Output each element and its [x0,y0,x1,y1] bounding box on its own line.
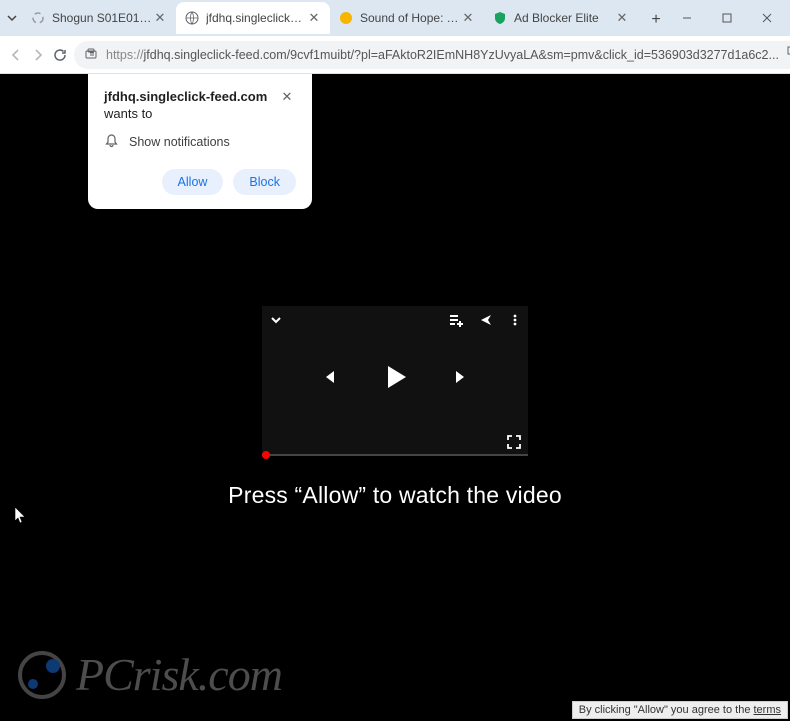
tab-3[interactable]: Ad Blocker Elite ✕ [484,2,638,34]
reload-button[interactable] [52,41,68,69]
url-text: https://jfdhq.singleclick-feed.com/9cvf1… [106,48,779,62]
previous-track-icon[interactable] [318,367,338,387]
tabs: Shogun S01E01.mp4 ✕ jfdhq.singleclick-fe… [22,2,670,34]
site-icon [338,10,354,26]
play-icon[interactable] [378,360,412,394]
share-icon[interactable] [478,312,494,328]
close-icon[interactable]: ✕ [460,10,476,26]
allow-button[interactable]: Allow [162,169,224,195]
terms-link[interactable]: terms [754,704,782,716]
next-track-icon[interactable] [452,367,472,387]
shield-icon [492,10,508,26]
tab-strip: Shogun S01E01.mp4 ✕ jfdhq.singleclick-fe… [0,0,790,36]
tab-search-dropdown[interactable] [6,4,18,32]
maximize-button[interactable] [710,4,744,32]
playlist-add-icon[interactable] [448,312,464,328]
back-button[interactable] [8,41,24,69]
watermark-logo-icon [18,651,66,699]
minimize-button[interactable] [670,4,704,32]
close-icon[interactable]: ✕ [152,10,168,26]
chevron-down-icon [6,12,18,24]
tab-1[interactable]: jfdhq.singleclick-feed.com/ ✕ [176,2,330,34]
close-icon[interactable]: ✕ [306,10,322,26]
block-button[interactable]: Block [233,169,296,195]
close-icon[interactable]: ✕ [278,88,296,106]
chevron-down-icon[interactable] [268,312,284,328]
permission-request-row: Show notifications [104,133,296,151]
window-controls [670,4,784,32]
instruction-text: Press “Allow” to watch the video [228,482,562,509]
tab-title: Shogun S01E01.mp4 [52,11,152,25]
more-icon[interactable] [508,313,522,327]
video-player[interactable] [262,306,528,456]
progress-bar[interactable] [262,454,528,456]
forward-button[interactable] [30,41,46,69]
close-window-button[interactable] [750,4,784,32]
close-icon[interactable]: ✕ [614,10,630,26]
cursor-icon [14,506,28,529]
site-settings-icon[interactable] [84,46,98,63]
permission-origin: jfdhq.singleclick-feed.com wants to [104,88,267,121]
tab-title: Sound of Hope: The Story [360,11,460,25]
globe-icon [184,10,200,26]
watermark: PCrisk.com [18,648,282,701]
disclaimer-bar: By clicking "Allow" you agree to the ter… [572,701,788,719]
notification-permission-popup: jfdhq.singleclick-feed.com wants to ✕ Sh… [88,74,312,209]
tab-2[interactable]: Sound of Hope: The Story ✕ [330,2,484,34]
toolbar: https://jfdhq.singleclick-feed.com/9cvf1… [0,36,790,74]
tab-title: Ad Blocker Elite [514,11,614,25]
tab-title: jfdhq.singleclick-feed.com/ [206,11,306,25]
page-content: jfdhq.singleclick-feed.com wants to ✕ Sh… [0,74,790,721]
loading-icon [30,10,46,26]
new-tab-button[interactable]: + [642,6,670,34]
fullscreen-icon[interactable] [506,434,522,450]
tab-0[interactable]: Shogun S01E01.mp4 ✕ [22,2,176,34]
bell-icon [104,133,119,151]
permission-request-label: Show notifications [129,135,230,149]
address-bar[interactable]: https://jfdhq.singleclick-feed.com/9cvf1… [74,41,790,69]
